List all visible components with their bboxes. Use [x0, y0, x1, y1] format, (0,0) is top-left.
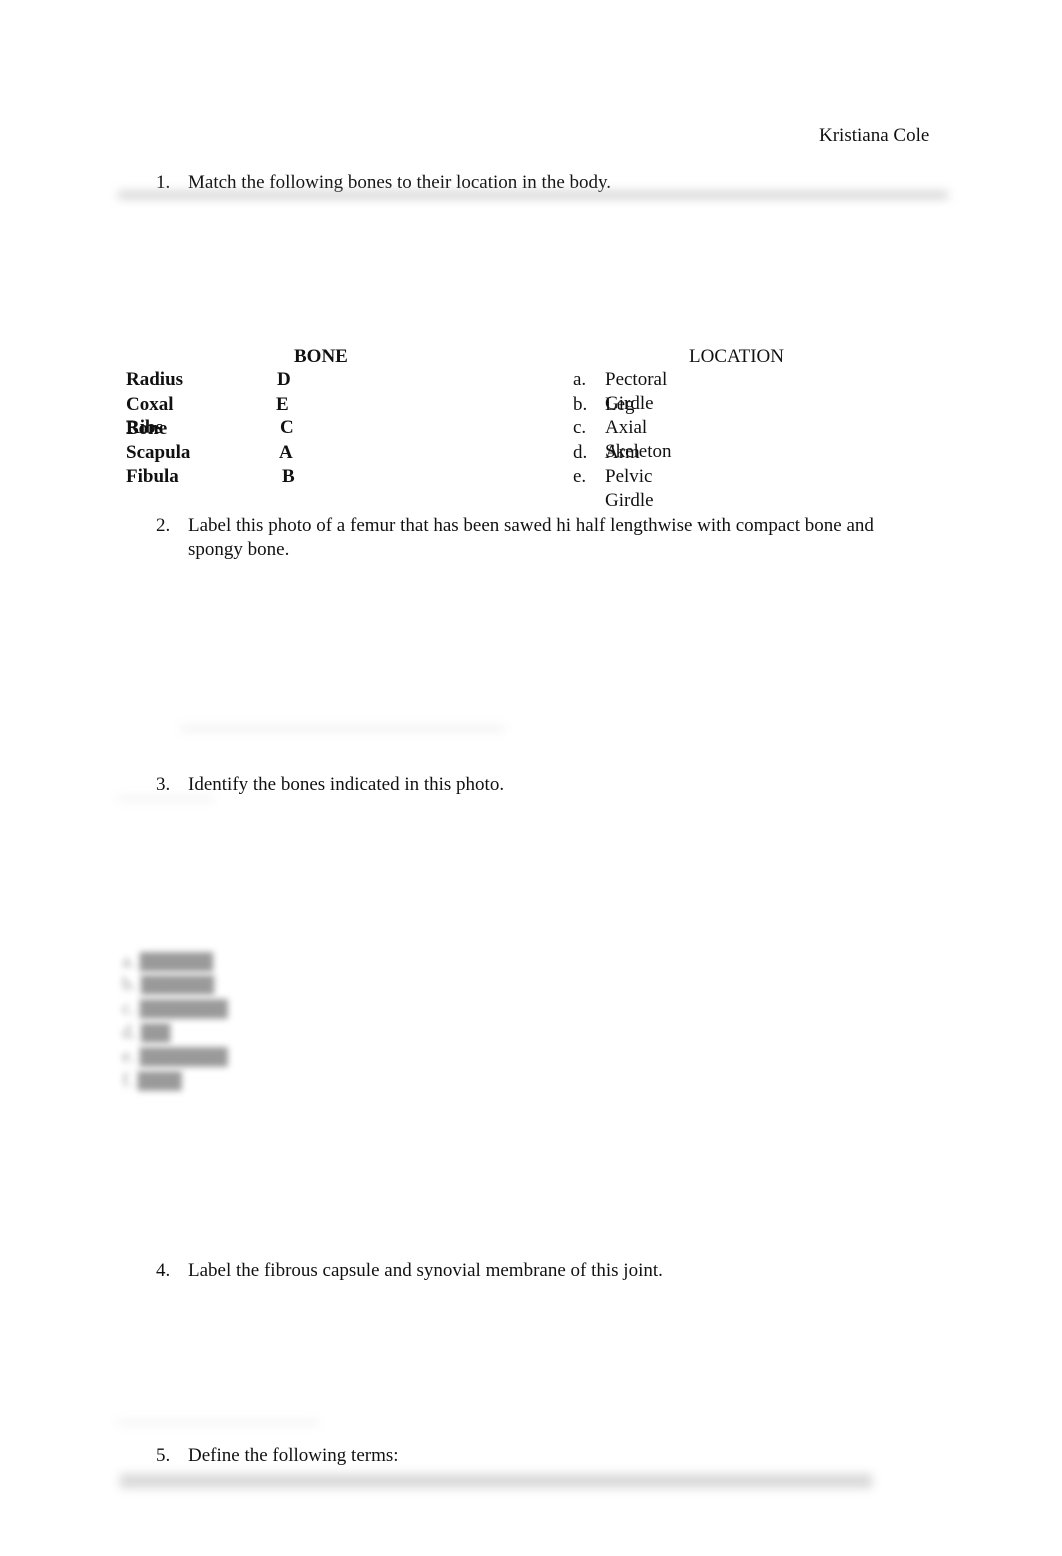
location-letter: d.	[573, 442, 588, 463]
question-number: 5.	[156, 1445, 171, 1466]
blurred-image-edge	[180, 727, 505, 730]
question-text: Label the fibrous capsule and synovial m…	[188, 1260, 663, 1281]
location-column-header: LOCATION	[689, 346, 784, 367]
bone-name: Fibula	[126, 466, 179, 487]
question-text: Define the following terms:	[188, 1445, 399, 1466]
blurred-definition-line	[120, 1474, 872, 1488]
blurred-image-edge	[118, 1421, 318, 1424]
bone-name: Radius	[126, 369, 184, 390]
bone-name: Ribs	[126, 417, 163, 438]
blurred-answer-list: f. ▇▇▇	[122, 1070, 182, 1091]
location-label: Arm	[605, 442, 640, 463]
bone-answer: C	[280, 417, 294, 438]
question-text: Identify the bones indicated in this pho…	[188, 774, 505, 795]
location-label: Pelvic Girdle	[605, 466, 654, 511]
bone-answer: E	[276, 394, 289, 415]
bone-answer: B	[282, 466, 295, 487]
blurred-answer-list: e. ▇▇▇▇▇▇	[122, 1046, 228, 1067]
bone-answer: D	[277, 369, 291, 390]
author-name: Kristiana Cole	[819, 125, 930, 146]
location-label: Leg	[605, 394, 635, 415]
question-text: Label this photo of a femur that has bee…	[188, 515, 874, 560]
location-letter: e.	[573, 466, 587, 487]
location-letter: a.	[573, 369, 587, 390]
blurred-answer-list: a. ▇▇▇▇▇	[122, 951, 213, 972]
blurred-image-edge	[118, 797, 213, 800]
blurred-answer-list: d. ▇▇	[122, 1022, 171, 1043]
bone-name: Scapula	[126, 442, 191, 463]
question-number: 4.	[156, 1260, 171, 1281]
blurred-answer-list: b. ▇▇▇▇▇	[122, 974, 215, 995]
question-number: 3.	[156, 774, 171, 795]
location-letter: c.	[573, 417, 587, 438]
location-letter: b.	[573, 394, 588, 415]
bone-answer: A	[279, 442, 293, 463]
question-number: 2.	[156, 515, 171, 536]
blurred-image-edge	[118, 192, 948, 198]
bone-column-header: BONE	[294, 346, 348, 367]
blurred-answer-list: c. ▇▇▇▇▇▇	[122, 998, 228, 1019]
